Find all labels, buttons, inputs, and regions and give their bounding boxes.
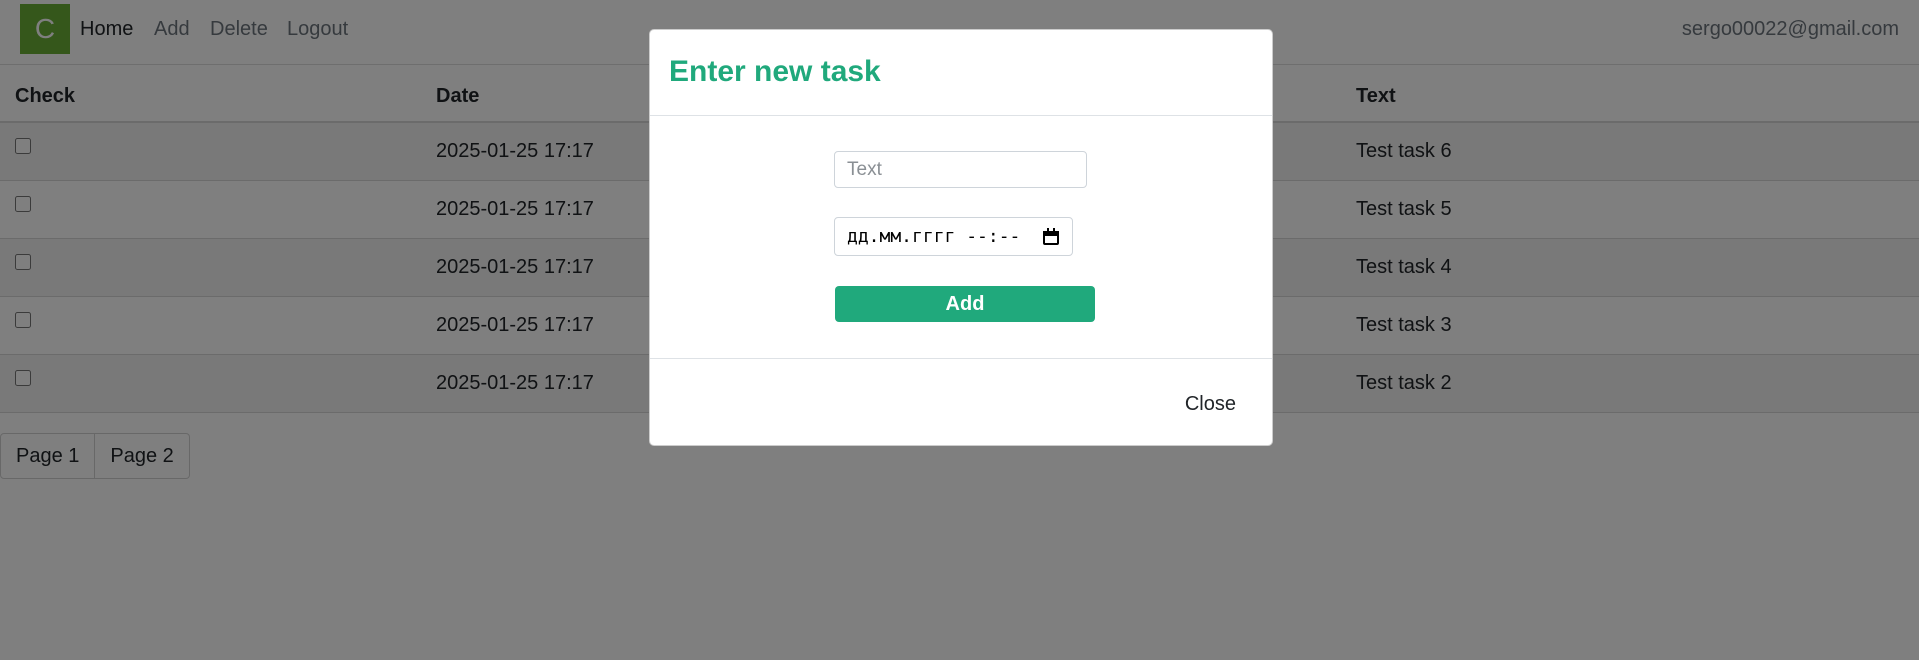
task-datetime-input[interactable]: дд.мм.гггг --:-- [834,217,1073,256]
modal-title: Enter new task [669,55,881,88]
add-task-modal: Enter new task дд.мм.гггг --:-- Add Clos… [649,29,1273,446]
add-task-button[interactable]: Add [835,286,1095,322]
close-button[interactable]: Close [1185,393,1236,416]
modal-footer: Close [650,359,1272,445]
calendar-icon[interactable] [1042,227,1060,246]
modal-header: Enter new task [650,30,1272,116]
datetime-placeholder: дд.мм.гггг --:-- [847,226,1021,247]
task-text-input[interactable] [834,151,1087,188]
app: C Home Add Delete Logout sergo00022@gmai… [0,0,1919,660]
modal-body: дд.мм.гггг --:-- Add [650,116,1272,359]
